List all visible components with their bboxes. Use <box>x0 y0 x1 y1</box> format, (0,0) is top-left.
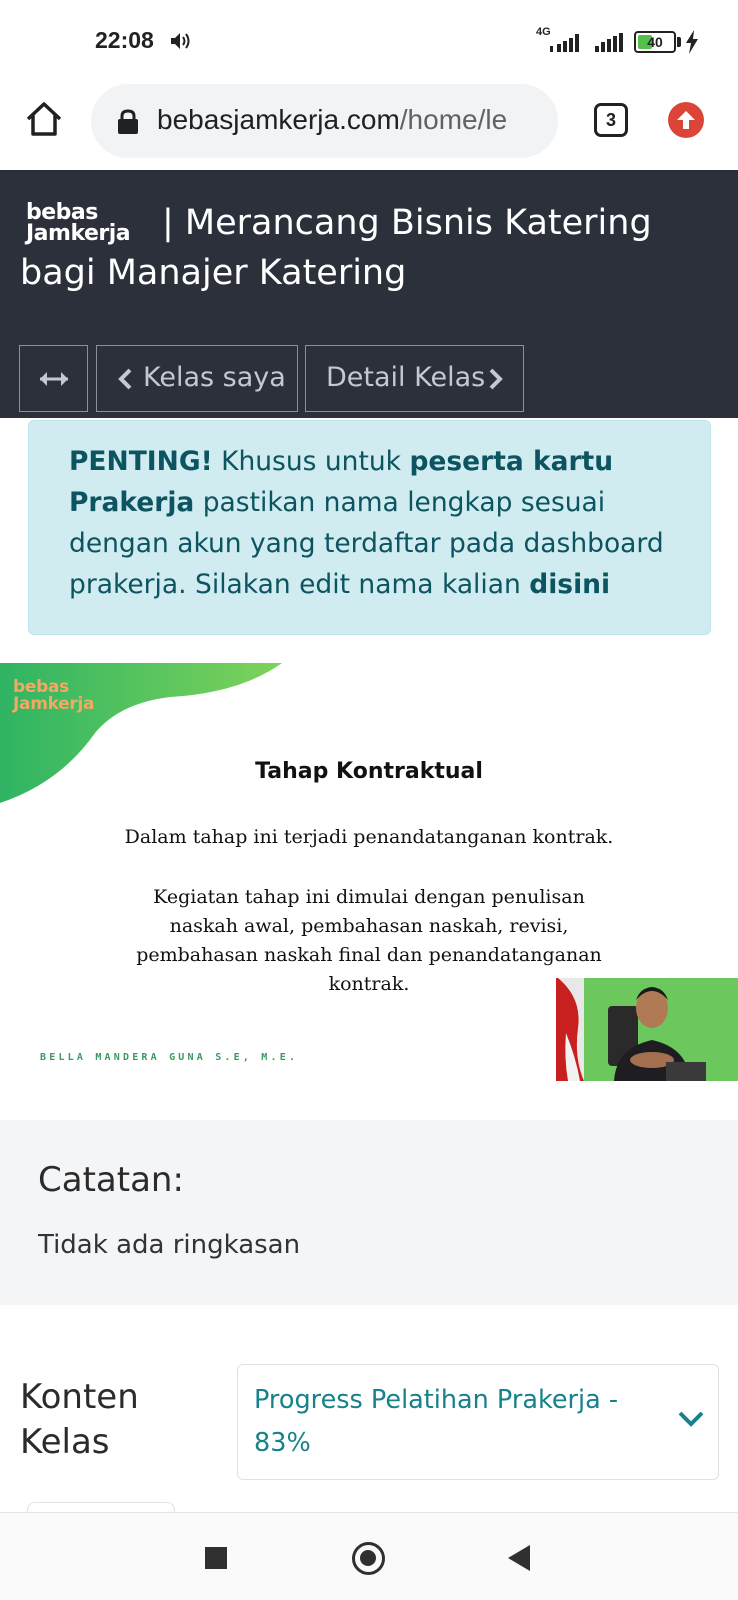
presenter-name: BELLA MANDERA GUNA S.E, M.E. <box>40 1052 299 1063</box>
chevron-right-icon <box>489 368 503 390</box>
status-time: 22:08 <box>95 27 154 53</box>
home-icon[interactable] <box>24 99 64 139</box>
notes-title: Catatan: <box>38 1160 184 1200</box>
notes-section: Catatan: Tidak ada ringkasan <box>0 1120 738 1305</box>
alert-strong-important: PENTING! <box>69 446 213 477</box>
header-logo[interactable]: bebas Jamkerja <box>26 200 146 246</box>
alert-text: PENTING! Khusus untuk peserta kartu Prak… <box>69 441 679 605</box>
battery-tip <box>677 37 681 47</box>
logo-line2: Jamkerja <box>26 221 131 246</box>
progress-dropdown[interactable]: Progress Pelatihan Prakerja - 83% <box>237 1364 719 1480</box>
speaker-icon <box>171 33 190 49</box>
chevron-left-icon <box>118 368 132 390</box>
slide-paragraph-1: Dalam tahap ini terjadi penandatanganan … <box>124 826 614 848</box>
battery-level: 40 <box>647 34 663 50</box>
update-icon[interactable] <box>668 102 704 138</box>
lock-icon <box>118 109 138 134</box>
alert-text-part1: Khusus untuk <box>212 446 410 477</box>
slide-logo-line2: Jamkerja <box>13 694 95 714</box>
edit-name-link[interactable]: disini <box>529 569 610 600</box>
url-text: bebasjamkerja.com/home/le <box>157 104 552 136</box>
back-icon[interactable] <box>508 1545 530 1571</box>
expand-button[interactable] <box>19 345 88 412</box>
status-bar: 22:08 4G 40 <box>0 0 738 80</box>
arrow-up-icon <box>677 111 695 129</box>
system-nav-bar <box>0 1512 738 1600</box>
slide-logo: bebas Jamkerja <box>13 679 94 713</box>
expand-arrows-icon <box>40 372 68 386</box>
course-header: | Merancang Bisnis Katering bagi Manajer… <box>0 170 738 418</box>
charging-icon <box>686 30 698 54</box>
tab-switcher-button[interactable]: 3 <box>594 103 628 137</box>
logo-line1: bebas <box>26 200 98 225</box>
home-dot <box>360 1550 376 1566</box>
slide-title: Tahap Kontraktual <box>255 759 483 784</box>
progress-label: Progress Pelatihan Prakerja - 83% <box>254 1385 619 1458</box>
detail-kelas-label: Detail Kelas <box>326 362 486 393</box>
detail-kelas-button[interactable]: Detail Kelas <box>305 345 524 412</box>
battery-icon: 40 <box>634 31 676 53</box>
recents-icon[interactable] <box>205 1547 227 1569</box>
url-domain: bebasjamkerja.com <box>157 104 400 135</box>
presenter-image <box>556 978 738 1081</box>
url-path: /home/le <box>399 104 508 135</box>
prakerja-alert: PENTING! Khusus untuk peserta kartu Prak… <box>28 420 711 635</box>
course-content-title: Konten Kelas <box>20 1377 139 1462</box>
chevron-down-icon <box>678 1411 704 1427</box>
slide-paragraph-2: Kegiatan tahap ini dimulai dengan penuli… <box>136 886 602 995</box>
presenter-video[interactable] <box>556 978 738 1081</box>
address-bar[interactable]: bebasjamkerja.com/home/le <box>91 84 558 158</box>
kelas-saya-button[interactable]: Kelas saya <box>96 345 298 412</box>
browser-toolbar: bebasjamkerja.com/home/le 3 <box>0 80 738 170</box>
home-circle-icon[interactable] <box>352 1542 385 1575</box>
signal-icon <box>550 34 579 52</box>
signal-icon <box>595 33 623 52</box>
notes-body: Tidak ada ringkasan <box>38 1230 301 1260</box>
kelas-saya-label: Kelas saya <box>143 362 286 393</box>
